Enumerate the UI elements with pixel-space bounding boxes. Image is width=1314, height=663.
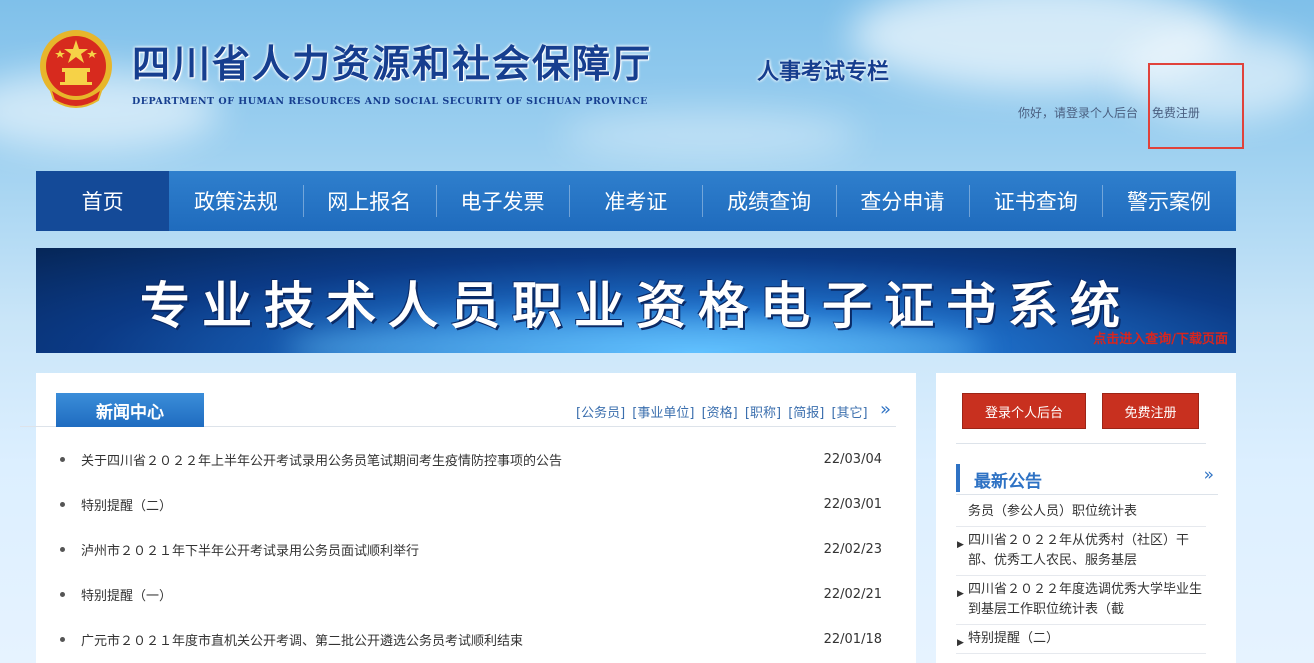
highlight-box (1148, 63, 1244, 149)
nav-item-online-registration[interactable]: 网上报名 (302, 171, 436, 231)
nav-item-warning-cases[interactable]: 警示案例 (1102, 171, 1235, 231)
list-item[interactable]: 关于四川省２０２２年上半年公开考试录用公务员笔试期间考生疫情防控事项的公告 22… (56, 437, 886, 482)
notice-divider (956, 494, 1218, 495)
news-title[interactable]: 泸州市２０２１年下半年公开考试录用公务员面试顺利举行 (81, 540, 419, 559)
notice-text[interactable]: 务员（参公人员）职位统计表 (968, 504, 1137, 519)
nav-item-e-invoice[interactable]: 电子发票 (435, 171, 569, 231)
news-category-other[interactable]: [其它] (831, 406, 867, 421)
notice-title: 最新公告 (974, 472, 1042, 492)
notice-text[interactable]: 特别提醒（二） (968, 631, 1059, 646)
site-subtitle: DEPARTMENT OF HUMAN RESOURCES AND SOCIAL… (132, 96, 648, 107)
login-link[interactable]: 你好，请登录个人后台 (1018, 104, 1138, 121)
news-date: 22/02/23 (823, 542, 882, 557)
news-title[interactable]: 特别提醒（二） (81, 495, 172, 514)
bullet-icon (60, 502, 65, 507)
list-item[interactable]: ▶ 特别提醒（二） (956, 625, 1206, 654)
notice-more-icon[interactable]: » (1204, 465, 1214, 485)
notice-text[interactable]: 四川省２０２２年从优秀村（社区）干部、优秀工人农民、服务基层 (968, 533, 1189, 568)
nav-item-policy[interactable]: 政策法规 (169, 171, 302, 231)
column-title: 人事考试专栏 (757, 59, 890, 85)
triangle-right-icon: ▶ (957, 638, 964, 648)
notice-accent-bar (956, 464, 960, 492)
news-more-icon[interactable]: » (880, 399, 891, 420)
news-category-title[interactable]: [职称] (745, 406, 781, 421)
nav-item-admission-ticket[interactable]: 准考证 (569, 171, 702, 231)
site-title: 四川省人力资源和社会保障厅 (132, 41, 653, 86)
news-categories: [公务员] [事业单位] [资格] [职称] [简报] [其它] (576, 402, 871, 421)
nav-item-score-review[interactable]: 查分申请 (835, 171, 969, 231)
triangle-right-icon: ▶ (957, 589, 964, 599)
news-category-institution[interactable]: [事业单位] (632, 406, 694, 421)
news-tab[interactable]: 新闻中心 (56, 393, 204, 427)
nav-item-home[interactable]: 首页 (36, 171, 170, 231)
national-emblem-icon (40, 30, 112, 108)
news-category-civil-servant[interactable]: [公务员] (576, 406, 625, 421)
news-category-qualification[interactable]: [资格] (702, 406, 738, 421)
notice-text[interactable]: 四川省２０２２年度选调优秀大学毕业生到基层工作职位统计表（截 (968, 582, 1202, 617)
register-button[interactable]: 免费注册 (1102, 393, 1199, 429)
news-title[interactable]: 广元市２０２１年度市直机关公开考调、第二批公开遴选公务员考试顺利结束 (81, 630, 523, 649)
bullet-icon (60, 592, 65, 597)
triangle-right-icon: ▶ (957, 540, 964, 550)
news-date: 22/03/01 (823, 497, 882, 512)
nav-item-score-query[interactable]: 成绩查询 (702, 171, 835, 231)
list-item[interactable]: 特别提醒（二） 22/03/01 (56, 482, 886, 527)
e-certificate-banner[interactable]: 专业技术人员职业资格电子证书系统 点击进入查询/下载页面 (36, 248, 1236, 353)
list-item[interactable]: 广元市２０２１年度市直机关公开考调、第二批公开遴选公务员考试顺利结束 22/01… (56, 617, 886, 662)
news-date: 22/01/18 (823, 632, 882, 647)
bullet-icon (60, 457, 65, 462)
list-item[interactable]: ▶ 四川省２０２２年度选调优秀大学毕业生到基层工作职位统计表（截 (956, 576, 1206, 625)
news-category-brief[interactable]: [简报] (788, 406, 824, 421)
news-date: 22/02/21 (823, 587, 882, 602)
news-list: 关于四川省２０２２年上半年公开考试录用公务员笔试期间考生疫情防控事项的公告 22… (56, 437, 886, 662)
nav-item-certificate-query[interactable]: 证书查询 (969, 171, 1102, 231)
notice-list: 务员（参公人员）职位统计表 ▶ 四川省２０２２年从优秀村（社区）干部、优秀工人农… (956, 498, 1206, 654)
main-nav: 首页 政策法规 网上报名 电子发票 准考证 成绩查询 查分申请 证书查询 警示案… (36, 171, 1236, 231)
bullet-icon (60, 637, 65, 642)
login-button[interactable]: 登录个人后台 (962, 393, 1086, 429)
news-date: 22/03/04 (823, 452, 882, 467)
bullet-icon (60, 547, 65, 552)
news-title[interactable]: 特别提醒（一） (81, 585, 172, 604)
banner-title: 专业技术人员职业资格电子证书系统 (140, 276, 1132, 335)
list-item[interactable]: 务员（参公人员）职位统计表 (956, 498, 1206, 527)
banner-link[interactable]: 点击进入查询/下载页面 (1093, 328, 1228, 347)
notice-header: 最新公告 » (956, 462, 1218, 492)
side-divider (956, 443, 1206, 444)
list-item[interactable]: 泸州市２０２１年下半年公开考试录用公务员面试顺利举行 22/02/23 (56, 527, 886, 572)
news-title[interactable]: 关于四川省２０２２年上半年公开考试录用公务员笔试期间考生疫情防控事项的公告 (81, 450, 562, 469)
list-item[interactable]: 特别提醒（一） 22/02/21 (56, 572, 886, 617)
list-item[interactable]: ▶ 四川省２０２２年从优秀村（社区）干部、优秀工人农民、服务基层 (956, 527, 1206, 576)
